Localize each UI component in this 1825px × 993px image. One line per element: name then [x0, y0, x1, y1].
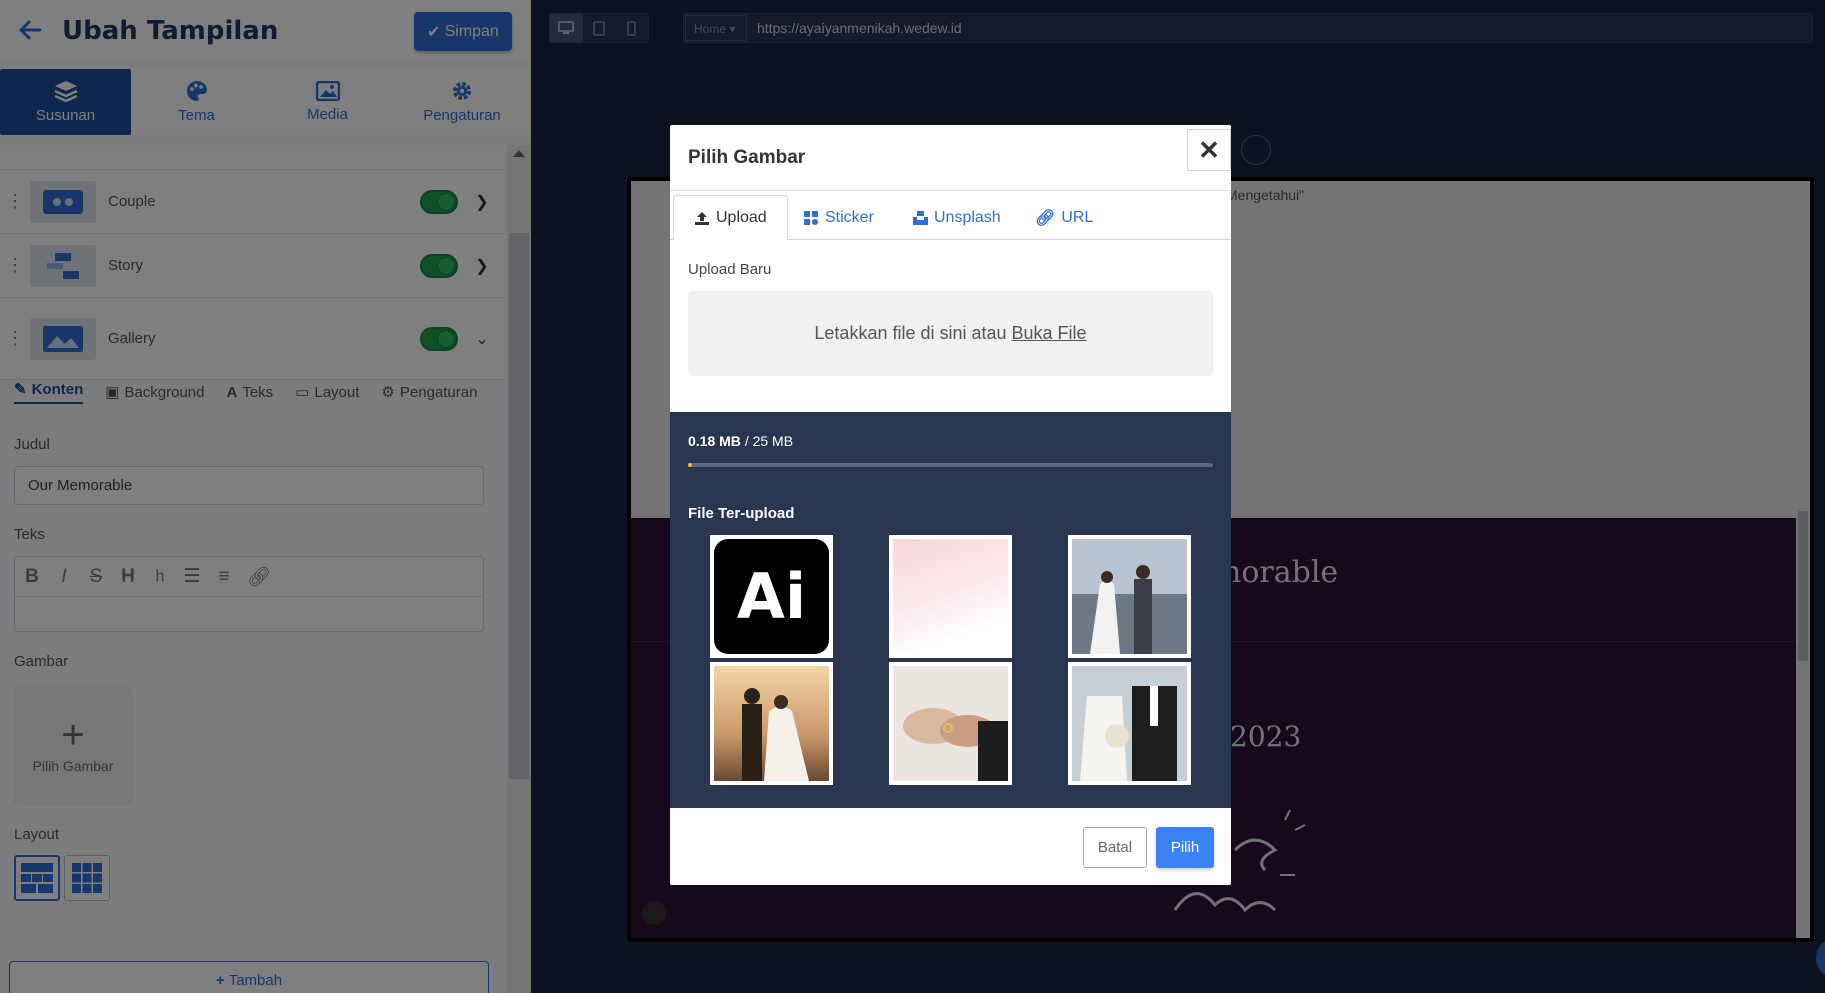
storage-used: 0.18 MB — [688, 433, 741, 449]
storage-usage: 0.18 MB / 25 MB — [688, 433, 793, 449]
tab-url[interactable]: 🔗︎ URL — [1015, 195, 1113, 240]
storage-total: / 25 MB — [744, 433, 794, 449]
uploaded-files-label: File Ter-upload — [688, 505, 795, 522]
select-button[interactable]: Pilih — [1156, 827, 1214, 868]
image-thumb-illustrator-logo[interactable]: Ai — [710, 535, 833, 658]
tab-upload[interactable]: Upload — [673, 195, 788, 241]
image-thumb-couple-sea[interactable] — [1068, 535, 1191, 658]
cancel-button[interactable]: Batal — [1083, 827, 1147, 868]
open-file-link[interactable]: Buka File — [1012, 323, 1087, 344]
illustrator-logo-text: Ai — [736, 560, 807, 633]
tab-label: URL — [1061, 208, 1094, 226]
storage-progress-bar — [688, 463, 1213, 467]
tab-sticker[interactable]: Sticker — [783, 195, 894, 240]
modal-title: Pilih Gambar — [688, 147, 806, 168]
storage-progress-fill — [688, 463, 693, 467]
choose-image-modal: Pilih Gambar ✕ Upload Sticker Unsplash 🔗… — [670, 125, 1231, 885]
image-thumb-hands-rings[interactable] — [889, 662, 1012, 785]
modal-footer: Batal Pilih — [670, 808, 1231, 885]
file-dropzone[interactable]: Letakkan file di sini atau Buka File — [688, 291, 1213, 376]
unsplash-icon — [913, 210, 928, 225]
tab-label: Upload — [716, 209, 767, 226]
dropzone-text: Letakkan file di sini atau — [814, 323, 1007, 343]
image-thumb-pink-watercolor[interactable] — [889, 535, 1012, 658]
close-icon[interactable]: ✕ — [1187, 129, 1231, 171]
modal-header: Pilih Gambar ✕ — [670, 125, 1231, 191]
sticker-icon — [804, 210, 818, 225]
tab-label: Unsplash — [934, 208, 1001, 226]
tab-label: Sticker — [825, 208, 874, 226]
tab-unsplash[interactable]: Unsplash — [893, 195, 1021, 240]
upload-new-label: Upload Baru — [688, 261, 772, 278]
link-icon: 🔗︎ — [1035, 209, 1056, 227]
modal-tabs: Upload Sticker Unsplash 🔗︎ URL — [670, 195, 1231, 241]
upload-icon — [695, 211, 709, 225]
uploaded-files-panel: 0.18 MB / 25 MB File Ter-upload Ai — [670, 412, 1231, 808]
image-thumb-bride-groom[interactable] — [1068, 662, 1191, 785]
image-thumb-couple-sunset[interactable] — [710, 662, 833, 785]
